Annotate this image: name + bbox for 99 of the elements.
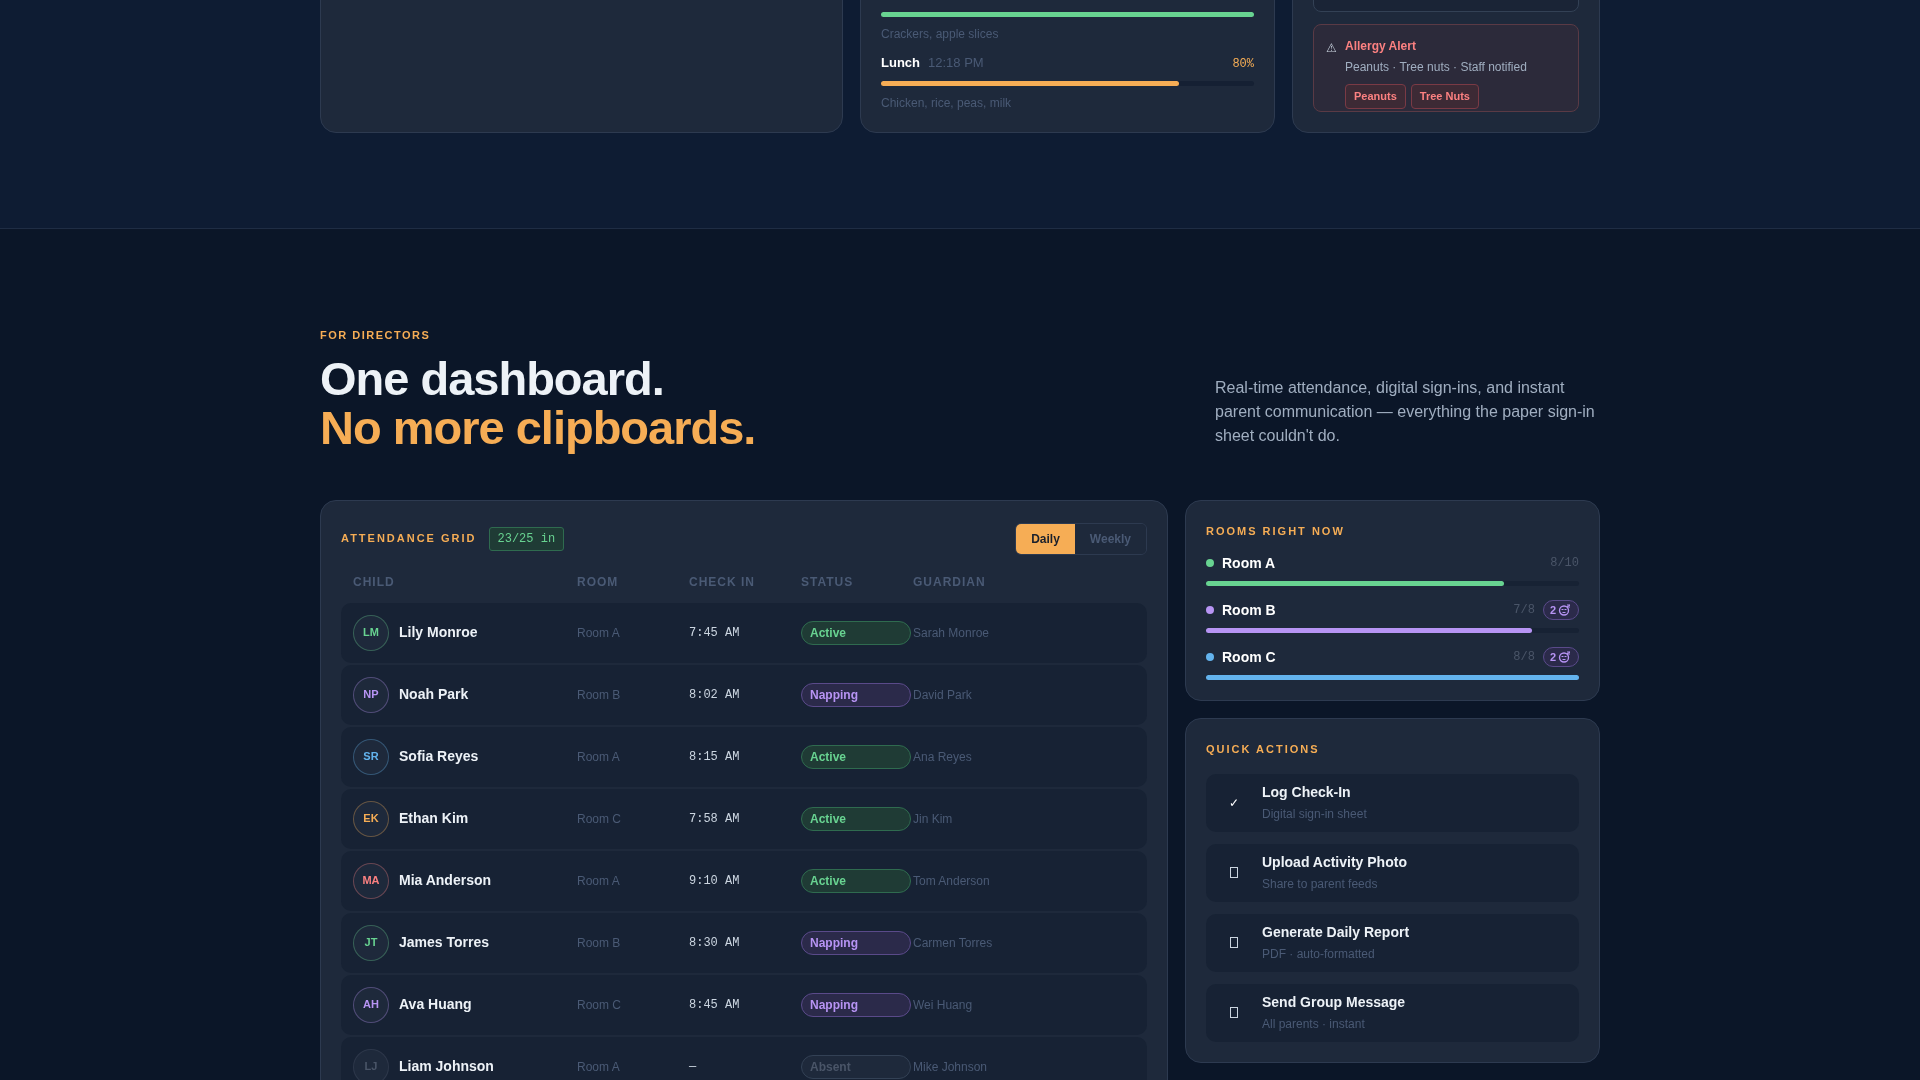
column-header: CHECK IN [689, 573, 756, 591]
guardian-name: Carmen Torres [913, 934, 994, 952]
avatar: NP [353, 676, 389, 713]
attendance-row[interactable]: NP Noah Park Room B 8:02 AM Napping David Park [341, 664, 1147, 725]
card-title: ATTENDANCE GRID [341, 531, 477, 547]
room-text: Room C [577, 810, 622, 828]
alert-text: Peanuts · Tree nuts · Staff notified [1345, 59, 1527, 76]
check-in-time: 7:58 AM [689, 810, 741, 828]
meal-time: 12:18 PM [928, 54, 984, 72]
sleep-icon [1558, 651, 1572, 663]
action-title: Generate Daily Report [1262, 923, 1410, 942]
meal-percent: 80% [1232, 56, 1254, 73]
quick-action-button[interactable]: Send Group Message All parents · instant [1206, 983, 1579, 1042]
card-title: QUICK ACTIONS [1206, 742, 1321, 757]
check-in-time: 9:10 AM [689, 872, 741, 890]
action-subtitle: All parents · instant [1262, 1016, 1366, 1033]
attendance-row[interactable]: SR Sofia Reyes Room A 8:15 AM Active Ana Reyes [341, 726, 1147, 787]
card-title: ROOMS RIGHT NOW [1206, 523, 1346, 539]
attendance-row[interactable]: MA Mia Anderson Room A 9:10 AM Active Tom Anderson [341, 850, 1147, 911]
column-header: STATUS [801, 573, 855, 591]
avatar: JT [353, 924, 389, 961]
action-subtitle: PDF · auto-formatted [1262, 946, 1376, 963]
sleep-icon [1558, 604, 1572, 616]
alert-title: Allergy Alert [1345, 38, 1417, 55]
avatar: LM [353, 614, 389, 651]
status-pill: Napping [801, 930, 911, 955]
view-tab[interactable]: Daily [1016, 523, 1075, 554]
headline-accent: No more clipboards. [320, 402, 756, 452]
guardian-name: Ana Reyes [913, 748, 973, 766]
column-header: GUARDIAN [913, 573, 987, 591]
allergy-tag: Tree Nuts [1410, 84, 1479, 109]
avatar: SR [353, 738, 389, 775]
check-in-time: 8:15 AM [689, 748, 741, 766]
square-icon [1230, 1007, 1238, 1018]
action-title: Send Group Message [1262, 993, 1406, 1012]
guardian-name: Wei Huang [913, 996, 974, 1014]
attendance-row[interactable]: LM Lily Monroe Room A 7:45 AM Active Sarah Monroe [341, 602, 1147, 663]
child-name: Noah Park [399, 685, 469, 704]
attendance-row[interactable]: JT James Torres Room B 8:30 AM Napping Carmen Torres [341, 912, 1147, 973]
status-pill: Active [801, 620, 911, 645]
status-pill: Active [801, 806, 911, 831]
allergy-tag: Peanuts [1345, 84, 1406, 109]
check-in-time: 8:02 AM [689, 686, 741, 704]
action-title: Upload Activity Photo [1262, 853, 1407, 872]
meal-name: Lunch [881, 54, 920, 72]
action-subtitle: Share to parent feeds [1262, 876, 1379, 893]
avatar: MA [353, 862, 389, 899]
guardian-name: Mike Johnson [913, 1058, 989, 1076]
avatar: AH [353, 986, 389, 1023]
check-in-time: 7:45 AM [689, 624, 741, 642]
guardian-name: Sarah Monroe [913, 624, 991, 642]
child-name: James Torres [399, 933, 489, 952]
column-header: ROOM [577, 573, 620, 591]
room-name: Room A [1222, 553, 1276, 573]
count-badge: 23/25 in [488, 526, 565, 551]
square-icon [1230, 867, 1238, 878]
room-name: Room C [1222, 647, 1276, 667]
square-icon [1230, 937, 1238, 948]
section-description: Real-time attendance, digital sign-ins, and instant parent communication — everything the paper sign-in sheet couldn't do. [1215, 377, 1596, 446]
room-text: Room B [577, 686, 622, 704]
quick-action-button[interactable]: ✓ Log Check-In Digital sign-in sheet [1206, 773, 1579, 832]
room-text: Room A [577, 624, 621, 642]
guardian-name: Jin Kim [913, 810, 954, 828]
headline: One dashboard. [320, 353, 665, 403]
quick-action-button[interactable]: Upload Activity Photo Share to parent feeds [1206, 843, 1579, 902]
room-text: Room B [577, 934, 622, 952]
room-text: Room A [577, 748, 621, 766]
check-icon: ✓ [1229, 793, 1239, 812]
guardian-name: David Park [913, 686, 973, 704]
quick-action-button[interactable]: Generate Daily Report PDF · auto-formatted [1206, 913, 1579, 972]
child-name: Ava Huang [399, 995, 472, 1014]
room-text: Room A [577, 872, 621, 890]
check-in-time: 8:45 AM [689, 996, 741, 1014]
column-header: CHILD [353, 573, 396, 591]
attendance-row[interactable]: AH Ava Huang Room C 8:45 AM Napping Wei Huang [341, 974, 1147, 1035]
avatar: EK [353, 800, 389, 837]
child-name: Lily Monroe [399, 623, 478, 642]
meal-note: Crackers, apple slices [881, 26, 1000, 43]
status-pill: Active [801, 744, 911, 769]
room-name: Room B [1222, 600, 1276, 620]
napping-count: 2 [1549, 602, 1556, 618]
child-name: Ethan Kim [399, 809, 469, 828]
status-pill: Napping [801, 682, 911, 707]
guardian-name: Tom Anderson [913, 872, 991, 890]
check-in-time: — [689, 1058, 698, 1076]
eyebrow-label: FOR DIRECTORS [320, 328, 432, 343]
warning-icon: ⚠ [1326, 39, 1337, 99]
check-in-time: 8:30 AM [689, 934, 741, 952]
child-name: Mia Anderson [399, 871, 492, 890]
child-name: Liam Johnson [399, 1057, 494, 1076]
room-text: Room C [577, 996, 622, 1014]
status-pill: Napping [801, 992, 911, 1017]
napping-count: 2 [1549, 649, 1556, 665]
child-name: Sofia Reyes [399, 747, 479, 766]
action-title: Log Check-In [1262, 783, 1352, 802]
attendance-row[interactable]: EK Ethan Kim Room C 7:58 AM Active Jin Kim [341, 788, 1147, 849]
action-subtitle: Digital sign-in sheet [1262, 806, 1367, 823]
status-pill: Active [801, 868, 911, 893]
room-text: Room A [577, 1058, 621, 1076]
